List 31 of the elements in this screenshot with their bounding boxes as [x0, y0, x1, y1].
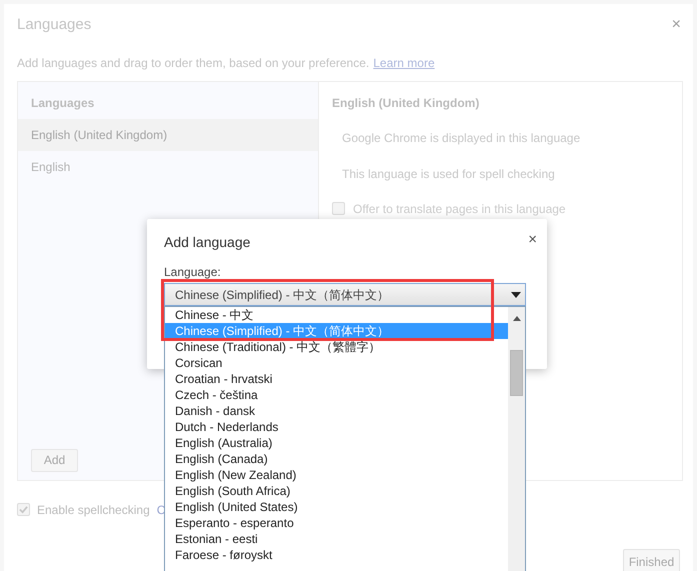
- dialog-title: Add language: [164, 233, 250, 252]
- field-label: Language:: [164, 265, 222, 279]
- dropdown-option[interactable]: Chinese - 中文: [165, 307, 508, 323]
- dropdown-option[interactable]: English (South Africa): [165, 483, 508, 499]
- language-heading: English (United Kingdom): [332, 94, 480, 112]
- dropdown-option[interactable]: English (Australia): [165, 435, 508, 451]
- dropdown-option[interactable]: Dutch - Nederlands: [165, 419, 508, 435]
- dropdown-option[interactable]: Corsican: [165, 355, 508, 371]
- checkmark-icon: [19, 505, 28, 514]
- scrollbar-thumb[interactable]: [510, 350, 523, 396]
- dropdown-option[interactable]: Faroese - føroyskt: [165, 547, 508, 563]
- dropdown-option[interactable]: Esperanto - esperanto: [165, 515, 508, 531]
- language-select[interactable]: Chinese (Simplified) - 中文（简体中文）: [164, 283, 526, 306]
- spellcheck-label: Enable spellchecking: [37, 502, 150, 518]
- checkbox[interactable]: [332, 202, 345, 215]
- dropdown-option[interactable]: Danish - dansk: [165, 403, 508, 419]
- dropdown-option[interactable]: Czech - čeština: [165, 387, 508, 403]
- dropdown-option[interactable]: Chinese (Traditional) - 中文（繁體字）: [165, 339, 508, 355]
- close-button[interactable]: ×: [528, 232, 537, 246]
- dropdown-option[interactable]: English (New Zealand): [165, 467, 508, 483]
- dropdown-option[interactable]: English (United States): [165, 499, 508, 515]
- dropdown-option[interactable]: English (Canada): [165, 451, 508, 467]
- scrollbar[interactable]: [508, 307, 525, 571]
- column-heading: Languages: [30, 94, 96, 112]
- description-text: Add languages and drag to order them, based on your preference.: [17, 54, 370, 72]
- dropdown-option[interactable]: Croatian - hrvatski: [165, 371, 508, 387]
- dialog-title: Languages: [17, 15, 92, 35]
- dropdown-option[interactable]: Estonian - eesti: [165, 531, 508, 547]
- scroll-up-icon[interactable]: [512, 316, 520, 321]
- dropdown-caret-icon: [511, 292, 521, 298]
- checkbox[interactable]: [17, 503, 30, 516]
